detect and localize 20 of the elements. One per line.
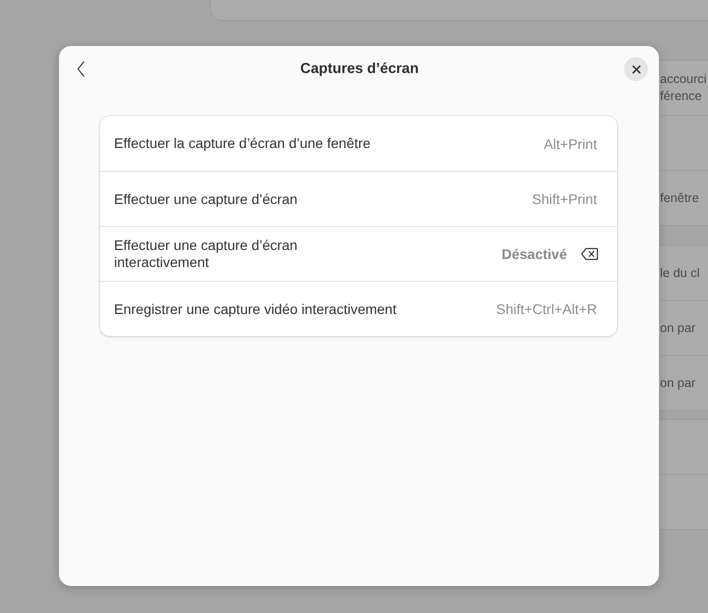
shortcut-keys: Alt+Print [544,136,597,152]
close-icon [632,64,640,74]
chevron-left-icon [77,61,85,77]
shortcut-keys: Shift+Ctrl+Alt+R [496,301,597,317]
setting-text: on par [660,320,696,336]
shortcut-name: Effectuer une capture d’écran [114,190,298,208]
setting-text: fenêtre [660,190,699,206]
setting-text: on par [660,374,696,392]
shortcut-keys: Shift+Print [532,191,597,207]
clear-button[interactable] [579,246,600,262]
setting-text: le du cl [660,264,700,282]
shortcut-name: Enregistrer une capture vidéo interactivement [114,300,396,318]
shortcut-name: Effectuer la capture d’écran d’une fenêtre [114,135,371,152]
close-button[interactable] [624,57,648,81]
backspace-icon [581,248,598,260]
setting-text: férence [660,88,702,105]
shortcut-status: Désactivé [502,246,567,262]
setting-text: accourci [660,71,707,88]
dialog-title: Captures d’écran [300,61,419,77]
shortcut-name: Effectuer une capture d’écran interactivement [114,237,298,271]
